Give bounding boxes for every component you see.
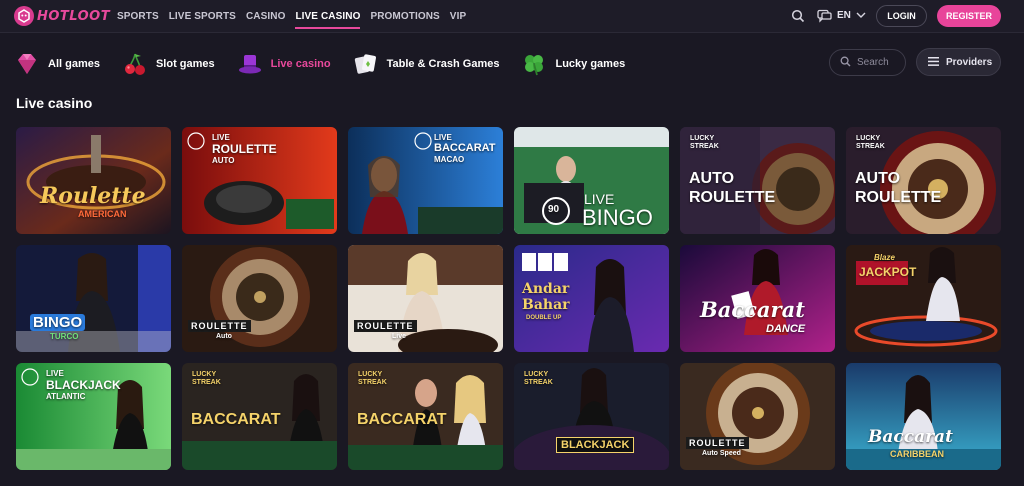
category-label: Slot games xyxy=(155,58,215,70)
game-subtitle: DOUBLE UP xyxy=(526,315,562,321)
game-title: ROULETTE xyxy=(188,320,251,332)
category-live-casino[interactable]: Live casino xyxy=(237,48,331,80)
game-tile-auto-roulette-2[interactable]: LUCKY STREAK AUTO ROULETTE xyxy=(846,127,1001,234)
nav-promotions[interactable]: PROMOTIONS xyxy=(370,0,439,33)
game-prefix: LIVE xyxy=(46,369,64,378)
search-placeholder: Search xyxy=(857,57,889,68)
providers-button[interactable]: Providers xyxy=(916,48,1001,76)
game-tile-live-blackjack-atlantic[interactable]: LIVE BLACKJACK ATLANTIC xyxy=(16,363,171,470)
register-button[interactable]: REGISTER xyxy=(937,5,1001,27)
game-title: BLACKJACK xyxy=(46,378,121,392)
game-subtitle: AUTO xyxy=(212,156,235,165)
brand-logo[interactable]: HOTLOOT xyxy=(14,5,110,27)
game-tile-roulette-auto-speed[interactable]: ROULETTE Auto Speed xyxy=(680,363,835,470)
game-subtitle: CARIBBEAN xyxy=(890,449,944,459)
game-tile-live-baccarat-macao[interactable]: LIVE BACCARAT MACAO xyxy=(348,127,503,234)
nav-live-sports[interactable]: LIVE SPORTS xyxy=(169,0,236,33)
game-title: AUTO ROULETTE xyxy=(689,170,776,206)
game-subtitle: MACAO xyxy=(434,155,465,164)
game-subtitle: ATLANTIC xyxy=(46,392,86,401)
game-title: BLACKJACK xyxy=(556,437,635,453)
gem-icon xyxy=(14,51,40,77)
category-slot-games[interactable]: Slot games xyxy=(122,48,215,80)
game-subtitle: AMERICAN xyxy=(78,209,127,219)
game-title: BINGO xyxy=(582,205,653,230)
game-prefix: LIVE xyxy=(212,133,230,142)
game-title: AUTO ROULETTE xyxy=(855,170,942,206)
game-badge: 90 xyxy=(548,204,560,215)
game-tile-roulette-auto[interactable]: ROULETTE Auto xyxy=(182,245,337,352)
game-title: ROULETTE xyxy=(686,437,749,449)
game-title: Roulette xyxy=(40,183,146,209)
game-prefix: LUCKY STREAK xyxy=(358,371,387,386)
nav-live-casino[interactable]: LIVE CASINO xyxy=(295,0,361,33)
search-input[interactable]: Search xyxy=(829,49,906,76)
game-tile-roulette-american[interactable]: Roulette AMERICAN xyxy=(16,127,171,234)
chat-icon[interactable] xyxy=(816,8,832,24)
game-subtitle: Auto Speed xyxy=(702,450,741,457)
search-icon[interactable] xyxy=(790,8,806,24)
logo-icon xyxy=(14,6,34,26)
game-prefix: LUCKY STREAK xyxy=(690,135,719,150)
category-bar: All games Slot games Live casino Table &… xyxy=(14,48,647,80)
game-subtitle: Live xyxy=(392,333,407,340)
game-prefix: LUCKY STREAK xyxy=(524,371,553,386)
game-title: ROULETTE xyxy=(212,142,277,156)
game-prefix: LUCKY STREAK xyxy=(856,135,885,150)
game-tile-roulette-live[interactable]: ROULETTE Live xyxy=(348,245,503,352)
language-label: EN xyxy=(837,10,851,21)
menu-icon xyxy=(928,53,939,71)
nav-vip[interactable]: VIP xyxy=(450,0,466,33)
main-nav: SPORTS LIVE SPORTS CASINO LIVE CASINO PR… xyxy=(117,0,466,33)
providers-label: Providers xyxy=(946,56,993,68)
nav-casino[interactable]: CASINO xyxy=(246,0,286,33)
game-tile-bingo-turco[interactable]: BINGO TURCO xyxy=(16,245,171,352)
top-hat-icon xyxy=(237,51,263,77)
game-tile-blackjack-lucky-streak[interactable]: LUCKY STREAK BLACKJACK xyxy=(514,363,669,470)
game-subtitle: DANCE xyxy=(766,323,806,335)
search-icon xyxy=(840,54,851,72)
cards-icon xyxy=(353,51,379,77)
section-title: Live casino xyxy=(16,95,93,111)
game-title: Andar Bahar xyxy=(522,281,570,313)
game-tile-auto-roulette-1[interactable]: LUCKY STREAK AUTO ROULETTE xyxy=(680,127,835,234)
category-label: Lucky games xyxy=(555,58,626,70)
category-lucky-games[interactable]: Lucky games xyxy=(521,48,625,80)
game-subtitle: Auto xyxy=(216,333,232,340)
language-selector[interactable]: EN xyxy=(837,10,866,21)
game-tile-andar-bahar[interactable]: Andar Bahar DOUBLE UP xyxy=(514,245,669,352)
category-table-crash-games[interactable]: Table & Crash Games xyxy=(353,48,500,80)
header-icons xyxy=(790,8,832,24)
game-title: JACKPOT xyxy=(859,265,917,279)
game-tile-blaze-jackpot[interactable]: Blaze JACKPOT xyxy=(846,245,1001,352)
game-title: Baccarat xyxy=(700,297,805,322)
game-tile-live-roulette-auto[interactable]: LIVE ROULETTE AUTO xyxy=(182,127,337,234)
game-prefix: LIVE xyxy=(434,133,452,142)
game-prefix: Blaze xyxy=(874,253,895,262)
game-title: BACCARAT xyxy=(357,411,447,428)
game-tile-baccarat-caribbean[interactable]: Baccarat CARIBBEAN xyxy=(846,363,1001,470)
category-label: Live casino xyxy=(270,58,331,70)
game-subtitle: TURCO xyxy=(50,332,79,341)
category-all-games[interactable]: All games xyxy=(14,48,100,80)
chevron-down-icon xyxy=(856,10,866,21)
game-title: ROULETTE xyxy=(354,320,417,332)
category-label: Table & Crash Games xyxy=(386,58,500,70)
top-navigation-bar: HOTLOOT SPORTS LIVE SPORTS CASINO LIVE C… xyxy=(0,0,1024,33)
login-button[interactable]: LOGIN xyxy=(876,5,927,27)
game-tile-baccarat-lucky-streak-2[interactable]: LUCKY STREAK BACCARAT xyxy=(348,363,503,470)
nav-sports[interactable]: SPORTS xyxy=(117,0,159,33)
game-tile-baccarat-lucky-streak-1[interactable]: LUCKY STREAK BACCARAT xyxy=(182,363,337,470)
game-tile-live-bingo[interactable]: 90 LIVE BINGO xyxy=(514,127,669,234)
game-title: Baccarat xyxy=(868,427,953,447)
brand-name: HOTLOOT xyxy=(37,8,111,24)
category-label: All games xyxy=(48,58,100,70)
game-title: BINGO xyxy=(30,314,86,331)
game-title: BACCARAT xyxy=(434,142,496,154)
clover-icon xyxy=(521,51,547,77)
game-tile-baccarat-dance[interactable]: Baccarat DANCE xyxy=(680,245,835,352)
game-title: BACCARAT xyxy=(191,411,281,428)
game-prefix: LUCKY STREAK xyxy=(192,371,221,386)
cherry-icon xyxy=(122,51,148,77)
